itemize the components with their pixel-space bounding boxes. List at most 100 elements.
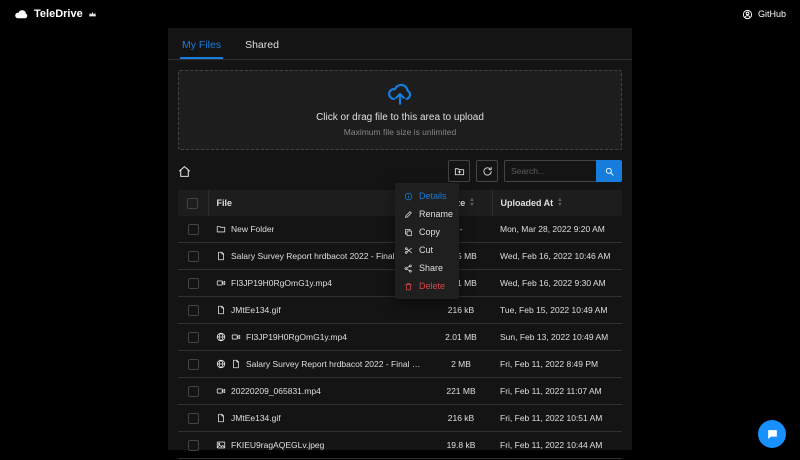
cloud-upload-icon	[387, 81, 413, 107]
video-icon	[216, 386, 226, 396]
refresh-button[interactable]	[476, 160, 498, 182]
context-menu-cut[interactable]: Cut	[395, 241, 459, 259]
table-row[interactable]: JMtEe134.gif 216 kB Fri, Feb 11, 2022 10…	[178, 404, 622, 432]
file-uploaded-at: Wed, Feb 16, 2022 9:30 AM	[492, 269, 622, 297]
column-file: File	[216, 198, 233, 208]
file-name[interactable]: Salary Survey Report hrdbacot 2022 - Fin…	[246, 359, 422, 369]
file-uploaded-at: Mon, Mar 28, 2022 9:20 AM	[492, 216, 622, 243]
file-uploaded-at: Fri, Feb 11, 2022 10:44 AM	[492, 431, 622, 459]
folder-icon	[216, 224, 226, 234]
context-menu-rename[interactable]: Rename	[395, 205, 459, 223]
file-icon	[216, 251, 226, 261]
file-size: 2 MB	[430, 350, 492, 378]
row-checkbox[interactable]	[187, 304, 199, 316]
table-row[interactable]: JMtEe134.gif 216 kB Tue, Feb 15, 2022 10…	[178, 296, 622, 324]
sort-uploaded[interactable]: ▲ ▼	[557, 197, 563, 208]
row-checkbox[interactable]	[187, 223, 199, 235]
row-checkbox[interactable]	[187, 358, 199, 370]
file-name[interactable]: New Folder	[231, 224, 274, 234]
home-icon	[178, 165, 191, 178]
menu-item-label: Cut	[419, 245, 434, 255]
edit-icon	[404, 210, 413, 219]
context-menu: Details Rename Copy Cut Share Delete	[395, 183, 459, 299]
upload-dropzone[interactable]: Click or drag file to this area to uploa…	[178, 70, 622, 150]
sort-down-icon: ▼	[469, 202, 475, 208]
share-icon	[404, 264, 413, 273]
folder-add-icon	[454, 166, 465, 177]
user-menu[interactable]: GitHub	[742, 9, 786, 20]
file-name[interactable]: FKIEU9ragAQEGLv.jpeg	[231, 440, 324, 450]
tab-shared[interactable]: Shared	[243, 33, 281, 59]
sort-size[interactable]: ▲ ▼	[469, 197, 475, 208]
search-icon	[604, 166, 615, 177]
crown-icon	[88, 10, 97, 19]
toolbar-actions	[448, 160, 622, 182]
file-uploaded-at: Tue, Feb 15, 2022 10:49 AM	[492, 296, 622, 324]
file-size: 19.8 kB	[430, 431, 492, 459]
globe-icon	[216, 359, 226, 369]
menu-item-label: Rename	[419, 209, 454, 219]
row-checkbox[interactable]	[187, 439, 199, 451]
home-button[interactable]	[178, 165, 191, 178]
table-row[interactable]: Salary Survey Report hrdbacot 2022 - Fin…	[178, 350, 622, 378]
search-input[interactable]	[504, 160, 596, 182]
tab-my-files[interactable]: My Files	[180, 33, 224, 59]
cloud-logo-icon	[14, 7, 29, 22]
brand-name: TeleDrive	[34, 8, 83, 20]
search-button[interactable]	[596, 160, 622, 182]
row-checkbox[interactable]	[187, 250, 199, 262]
menu-item-label: Share	[419, 263, 444, 273]
image-icon	[216, 440, 226, 450]
table-row[interactable]: 20220209_065831.mp4 221 MB Fri, Feb 11, …	[178, 377, 622, 405]
menu-item-label: Copy	[419, 227, 441, 237]
trash-icon	[404, 282, 413, 291]
brand[interactable]: TeleDrive	[14, 7, 97, 22]
file-name[interactable]: FI3JP19H0RgOmG1y.mp4	[246, 332, 347, 342]
context-menu-copy[interactable]: Copy	[395, 223, 459, 241]
menu-item-label: Details	[419, 191, 447, 201]
file-uploaded-at: Sun, Feb 13, 2022 10:49 AM	[492, 323, 622, 351]
file-size: 2.01 MB	[430, 323, 492, 351]
copy-icon	[404, 228, 413, 237]
menu-item-label: Delete	[419, 281, 446, 291]
file-name[interactable]: 20220209_065831.mp4	[231, 386, 321, 396]
new-folder-button[interactable]	[448, 160, 470, 182]
video-icon	[231, 332, 241, 342]
file-size: 221 MB	[430, 377, 492, 405]
file-uploaded-at: Fri, Feb 11, 2022 8:49 PM	[492, 350, 622, 378]
context-menu-share[interactable]: Share	[395, 259, 459, 277]
chat-fab-button[interactable]	[758, 420, 786, 448]
context-menu-details[interactable]: Details	[395, 187, 459, 205]
file-name[interactable]: JMtEe134.gif	[231, 413, 281, 423]
top-header: TeleDrive GitHub	[0, 0, 800, 28]
search-group	[504, 160, 622, 182]
chat-icon	[766, 428, 779, 441]
context-menu-delete[interactable]: Delete	[395, 277, 459, 295]
row-checkbox[interactable]	[187, 277, 199, 289]
sort-down-icon: ▼	[557, 202, 563, 208]
file-size: 216 kB	[430, 296, 492, 324]
tabs-bar: My Files Shared	[168, 33, 632, 60]
file-uploaded-at: Fri, Feb 11, 2022 11:07 AM	[492, 377, 622, 405]
file-uploaded-at: Fri, Feb 11, 2022 10:51 AM	[492, 404, 622, 432]
column-uploaded-at: Uploaded At	[500, 198, 554, 208]
video-icon	[216, 278, 226, 288]
file-name[interactable]: Salary Survey Report hrdbacot 2022 - Fin…	[231, 251, 422, 261]
sync-icon	[482, 166, 493, 177]
upload-title: Click or drag file to this area to uploa…	[316, 112, 484, 123]
file-uploaded-at: Wed, Feb 16, 2022 10:46 AM	[492, 242, 622, 270]
globe-icon	[216, 332, 226, 342]
file-icon	[216, 305, 226, 315]
file-icon	[231, 359, 241, 369]
row-checkbox[interactable]	[187, 412, 199, 424]
row-checkbox[interactable]	[187, 331, 199, 343]
file-name[interactable]: JMtEe134.gif	[231, 305, 281, 315]
table-row[interactable]: FKIEU9ragAQEGLv.jpeg 19.8 kB Fri, Feb 11…	[178, 431, 622, 459]
row-checkbox[interactable]	[187, 385, 199, 397]
user-icon	[742, 9, 753, 20]
table-row[interactable]: FI3JP19H0RgOmG1y.mp4 2.01 MB Sun, Feb 13…	[178, 323, 622, 351]
select-all-checkbox[interactable]	[187, 197, 199, 209]
scissors-icon	[404, 246, 413, 255]
file-name[interactable]: FI3JP19H0RgOmG1y.mp4	[231, 278, 332, 288]
file-icon	[216, 413, 226, 423]
